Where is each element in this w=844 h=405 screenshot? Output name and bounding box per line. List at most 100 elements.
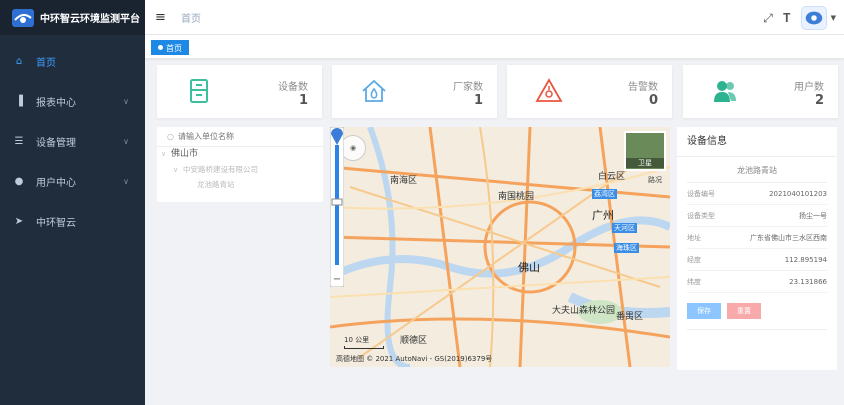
reset-button[interactable]: 重置 — [727, 303, 761, 319]
info-row-address: 地址 广东省佛山市三水区西南 — [687, 227, 827, 249]
tree-node-root[interactable]: ∨ 佛山市 — [157, 147, 323, 162]
sliders-icon: ☰ — [14, 135, 24, 147]
station-name: 龙池路青站 — [687, 157, 827, 183]
house-drop-icon — [362, 79, 386, 102]
divider — [687, 329, 827, 330]
tree-node-label: 中安路桥建设有限公司 — [183, 165, 258, 174]
tag-home[interactable]: 首页 — [151, 40, 189, 55]
sidebar-item-label: 用户中心 — [36, 177, 76, 189]
info-row-device-id: 设备编号 2021040101203 — [687, 183, 827, 205]
brand[interactable]: 中环智云环境监测平台 — [0, 0, 145, 35]
map-label-nanguo: 南国桃园 — [498, 192, 535, 202]
map-label-nanhai: 南海区 — [390, 176, 418, 186]
save-button[interactable]: 保存 — [687, 303, 721, 319]
map-label-guangzhou: 广州 — [592, 209, 614, 222]
avatar[interactable] — [800, 6, 827, 30]
bar-chart-icon: ▐ — [15, 95, 23, 107]
info-value: 23.131866 — [789, 278, 827, 286]
sidebar-item-users[interactable]: ● 用户中心 ∨ — [0, 161, 145, 201]
map-label-baiyun: 白云区 — [598, 172, 626, 182]
map-marker-icon[interactable] — [330, 127, 344, 145]
tree-node-label: 佛山市 — [171, 149, 199, 159]
unit-search-input[interactable] — [177, 132, 318, 141]
menu-toggle-icon[interactable]: ≡ — [155, 10, 169, 25]
tree-node-label: 龙池路青站 — [197, 180, 235, 189]
caret-down-icon[interactable]: ▼ — [831, 14, 836, 22]
scale-bar — [344, 346, 384, 349]
info-value: 2021040101203 — [769, 190, 827, 198]
map-view[interactable]: ◉ + − 佛山 广州 南海区 天河区 荔湾区 海珠区 白云区 番禺区 顺德区 … — [330, 127, 670, 367]
cabinet-icon — [190, 79, 208, 103]
info-key: 设备类型 — [687, 212, 715, 220]
chevron-down-icon: ∨ — [123, 96, 129, 106]
sidebar-item-label: 报表中心 — [36, 97, 76, 109]
chevron-down-icon: ∨ — [123, 136, 129, 146]
logo-icon — [12, 8, 34, 27]
device-info-title: 设备信息 — [677, 127, 837, 157]
stat-value: 1 — [298, 93, 308, 108]
expand-arrow-icon[interactable]: ∨ — [161, 147, 171, 162]
info-key: 设备编号 — [687, 190, 715, 198]
map-label-shunde: 顺德区 — [400, 336, 428, 346]
fullscreen-icon[interactable]: ⤢ — [763, 11, 773, 26]
map-label-panyu: 番禺区 — [616, 312, 644, 322]
stat-label: 厂家数 — [453, 82, 483, 93]
stat-value: 2 — [814, 93, 824, 108]
stat-card-vendors[interactable]: 厂家数 1 — [332, 65, 497, 118]
info-key: 地址 — [687, 234, 701, 242]
satellite-label: 卫星 — [626, 158, 664, 168]
stat-value: 0 — [648, 93, 658, 108]
info-value: 广东省佛山市三水区西南 — [750, 234, 827, 242]
search-icon: ○ — [167, 132, 174, 141]
map-zoom-control[interactable]: + − — [330, 127, 344, 287]
device-info-panel: 设备信息 龙池路青站 设备编号 2021040101203 设备类型 扬尘一号 地址… — [677, 127, 837, 370]
sidebar-item-label: 首页 — [36, 57, 56, 69]
svg-text:−: − — [333, 274, 341, 285]
chevron-down-icon: ∨ — [123, 176, 129, 186]
user-group-icon — [714, 81, 736, 102]
info-actions: 保存 重置 — [687, 303, 827, 319]
info-row-latitude: 纬度 23.131866 — [687, 271, 827, 293]
unit-tree-panel: ○ ∨佛山市 ∨中安路桥建设有限公司 龙池路青站 — [157, 127, 323, 202]
satellite-toggle[interactable]: 卫星 — [624, 131, 666, 171]
stat-label: 设备数 — [278, 82, 308, 93]
top-header: ≡ 首页 ⤢ 𝐓 ▼ — [145, 0, 844, 35]
info-key: 经度 — [687, 256, 701, 264]
tag-label: 首页 — [166, 44, 182, 53]
map-label-dafushan: 大夫山森林公园 — [552, 306, 616, 316]
sidebar-item-reports[interactable]: ▐ 报表中心 ∨ — [0, 81, 145, 121]
map-label-tianhe: 天河区 — [612, 223, 637, 233]
stat-card-users[interactable]: 用户数 2 — [683, 65, 838, 118]
stat-label: 告警数 — [628, 82, 658, 93]
info-row-longitude: 经度 112.895194 — [687, 249, 827, 271]
map-scale: 10 公里 — [344, 335, 384, 349]
tree-node-company[interactable]: ∨ 中安路桥建设有限公司 — [157, 162, 323, 177]
stat-card-alarms[interactable]: 告警数 0 — [507, 65, 672, 118]
map-copyright: 高德地图 © 2021 AutoNavi - GS(2019)6379号 — [336, 355, 493, 363]
tree-search-box: ○ — [157, 127, 323, 147]
map-label-liwan: 荔湾区 — [592, 189, 617, 199]
tree-node-station[interactable]: 龙池路青站 — [157, 177, 323, 192]
expand-arrow-icon[interactable]: ∨ — [173, 163, 183, 178]
tags-view: 首页 — [145, 35, 844, 59]
header-tools: ⤢ 𝐓 ▼ — [763, 6, 836, 30]
breadcrumb[interactable]: 首页 — [181, 10, 201, 25]
map-label-foshan: 佛山 — [518, 261, 540, 274]
font-size-icon[interactable]: 𝐓 — [783, 11, 791, 26]
traffic-toggle[interactable]: 路况 — [648, 175, 662, 185]
stat-value: 1 — [473, 93, 483, 108]
info-value: 扬尘一号 — [799, 212, 827, 220]
scale-label: 10 公里 — [344, 336, 370, 344]
sidebar-item-zhongyun[interactable]: ➤ 中环智云 — [0, 201, 145, 241]
stat-card-devices[interactable]: 设备数 1 — [157, 65, 322, 118]
info-row-device-type: 设备类型 扬尘一号 — [687, 205, 827, 227]
sidebar-item-label: 设备管理 — [36, 137, 76, 149]
sidebar-item-label: 中环智云 — [36, 217, 76, 229]
active-dot-icon — [158, 45, 163, 50]
map-label-haizhu: 海珠区 — [614, 243, 639, 253]
app-title: 中环智云环境监测平台 — [40, 14, 140, 25]
sidebar: 中环智云环境监测平台 ⌂ 首页 ▐ 报表中心 ∨ ☰ 设备管理 ∨ ● 用户中心… — [0, 0, 145, 405]
sidebar-item-devices[interactable]: ☰ 设备管理 ∨ — [0, 121, 145, 161]
sidebar-item-home[interactable]: ⌂ 首页 — [0, 41, 145, 81]
warning-triangle-icon — [535, 78, 563, 102]
